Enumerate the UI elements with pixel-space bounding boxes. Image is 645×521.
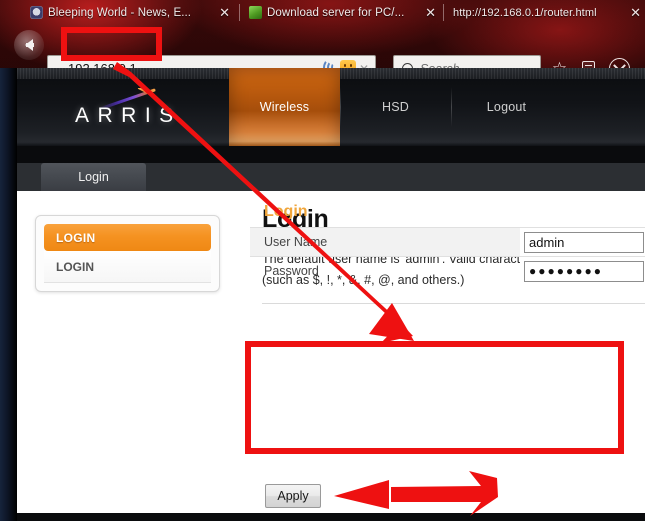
close-icon[interactable]: ✕ <box>630 6 641 19</box>
browser-tab-3-active[interactable]: http://192.168.0.1/router.html ✕ <box>447 0 645 25</box>
apply-button[interactable]: Apply <box>265 484 321 508</box>
close-icon[interactable]: ✕ <box>425 6 436 19</box>
password-label: Password <box>264 264 319 278</box>
nav-item-hsd-label: HSD <box>382 100 409 114</box>
page-left-edge <box>0 68 17 521</box>
router-subtab-row: Login <box>17 146 645 191</box>
tab-separator <box>443 4 444 21</box>
form-row-password: Password <box>250 256 645 285</box>
router-main-nav: Wireless HSD Logout <box>229 68 562 146</box>
nav-item-hsd[interactable]: HSD <box>340 68 451 146</box>
password-input[interactable] <box>524 260 644 282</box>
username-input[interactable] <box>524 231 644 253</box>
divider <box>262 303 645 304</box>
sidebar-header: LOGIN <box>44 224 211 251</box>
browser-tab-2-title: Download server for PC/... <box>267 6 405 19</box>
browser-navbar: 192.168.0.1 ✕ Search ☆ <box>0 25 645 70</box>
back-arrow-icon <box>25 39 34 51</box>
nav-item-logout[interactable]: Logout <box>451 68 562 146</box>
screenshot-root: Bleeping World - News, E... ✕ Download s… <box>0 0 645 521</box>
login-form: Login User Name Password <box>250 196 645 285</box>
login-form-title: Login <box>264 203 308 220</box>
username-label: User Name <box>264 235 328 249</box>
tab-login-label: Login <box>78 170 109 184</box>
sidebar-item-login-label: LOGIN <box>56 259 94 274</box>
form-row-username: User Name <box>250 227 645 256</box>
bleeping-favicon <box>30 6 43 19</box>
browser-tab-1-title: Bleeping World - News, E... <box>48 6 192 19</box>
nav-item-wireless[interactable]: Wireless <box>229 68 340 146</box>
page-bottom-bar <box>17 513 645 521</box>
nav-item-wireless-label: Wireless <box>259 100 310 114</box>
nav-item-logout-label: Logout <box>486 100 527 114</box>
browser-tab-1[interactable]: Bleeping World - News, E... ✕ <box>24 0 239 25</box>
password-field-cell <box>520 257 645 285</box>
apply-button-wrap: Apply <box>265 484 321 508</box>
close-icon[interactable]: ✕ <box>219 6 230 19</box>
browser-tab-2[interactable]: Download server for PC/... ✕ <box>243 0 443 25</box>
browser-tab-3-title: http://192.168.0.1/router.html <box>453 6 597 19</box>
tab-login[interactable]: Login <box>41 163 146 191</box>
arris-logo: ARRIS <box>75 104 182 127</box>
browser-tabstrip: Bleeping World - News, E... ✕ Download s… <box>0 0 645 25</box>
sidebar: LOGIN LOGIN <box>35 215 220 292</box>
sidebar-item-login[interactable]: LOGIN <box>44 251 211 283</box>
router-header: ARRIS Wireless HSD Logout <box>17 68 645 146</box>
tab-separator <box>239 4 240 21</box>
username-field-cell <box>520 228 645 256</box>
router-page: ARRIS Wireless HSD Logout Login LOGIN LO… <box>0 68 645 521</box>
download-favicon <box>249 6 262 19</box>
back-button[interactable] <box>14 30 44 60</box>
browser-chrome: Bleeping World - News, E... ✕ Download s… <box>0 0 645 70</box>
